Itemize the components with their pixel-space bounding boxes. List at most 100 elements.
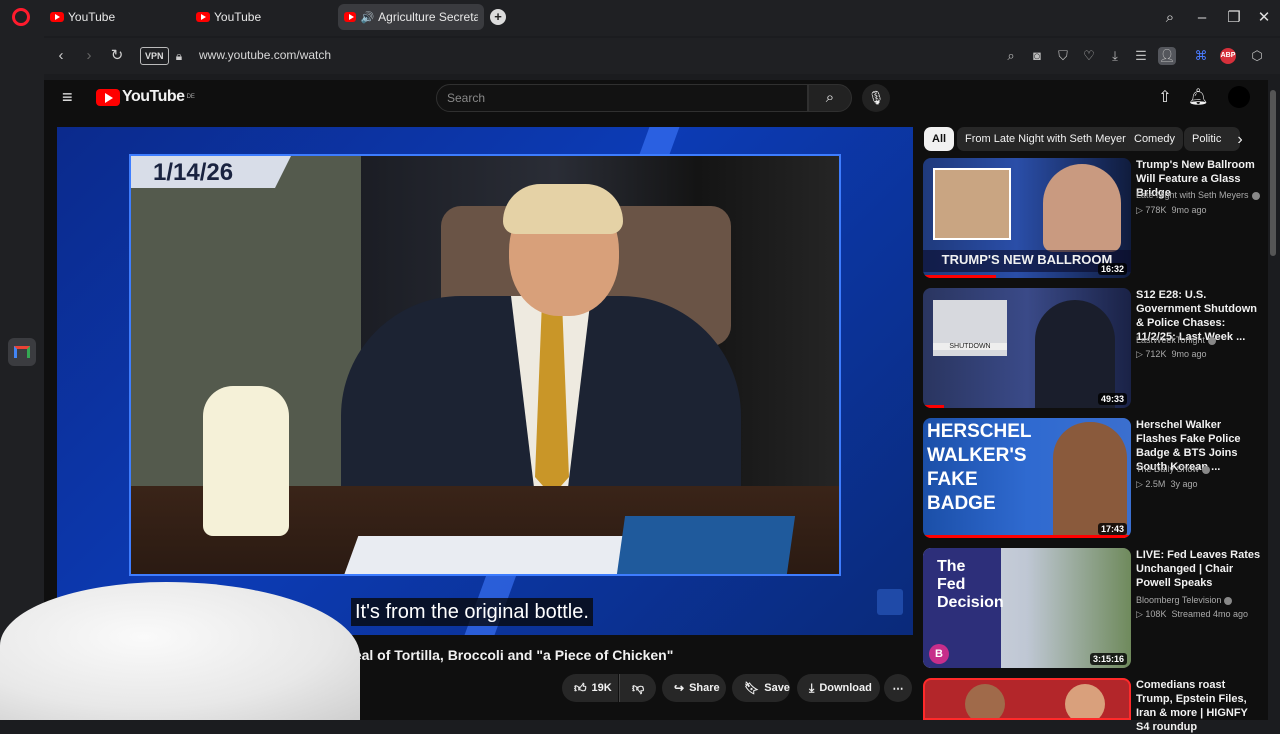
more-actions-button[interactable]: ⋯ <box>884 674 912 702</box>
tab-label: YouTube <box>214 10 262 24</box>
channel-name: Bloomberg Television <box>1136 595 1222 605</box>
bookmark-icon: 🔖︎ <box>744 681 760 695</box>
rec-channel-2[interactable]: LastWeekTonight <box>1136 333 1216 348</box>
rec-thumbnail-1[interactable]: TRUMP'S NEW BALLROOM 16:32 <box>923 158 1131 278</box>
avatar[interactable] <box>1228 86 1250 108</box>
camera-icon[interactable]: ◙ <box>1028 47 1046 65</box>
save-button[interactable]: 🔖︎ Save <box>732 674 790 702</box>
adblock-plus-icon[interactable]: ABP <box>1220 48 1236 64</box>
thumb-text: SHUTDOWN <box>933 343 1007 350</box>
age: 9mo ago <box>1171 205 1207 215</box>
rec-channel-4[interactable]: Bloomberg Television <box>1136 593 1233 608</box>
verified-icon <box>1224 596 1233 605</box>
back-icon[interactable]: ‹ <box>52 47 70 65</box>
hair <box>503 184 623 234</box>
more-icon: ⋯ <box>892 682 904 695</box>
find-icon[interactable]: ⌕ <box>1002 47 1020 65</box>
easy-setup-icon[interactable]: ☰ <box>1132 47 1150 65</box>
search-button[interactable]: ⌕ <box>808 84 852 112</box>
duration: 16:32 <box>1097 263 1127 275</box>
rec-stats-4: ▷ 108K Streamed 4mo ago <box>1136 609 1249 619</box>
views: 778K <box>1145 205 1167 215</box>
heart-icon[interactable]: ♡ <box>1080 47 1098 65</box>
download-icon[interactable]: ⤓ <box>1106 47 1124 65</box>
channel-watermark-icon[interactable] <box>877 589 903 615</box>
rec-thumbnail-2[interactable]: SHUTDOWN 49:33 <box>923 288 1131 408</box>
thumb-host <box>1035 300 1115 408</box>
thumb-inset-photo <box>933 168 1011 240</box>
speaker-icon[interactable]: 🔊 <box>360 11 374 24</box>
rec-channel-1[interactable]: Late Night with Seth Meyers <box>1136 188 1260 203</box>
tab-youtube-2[interactable]: YouTube <box>196 4 261 30</box>
new-tab-plus-icon[interactable]: + <box>490 9 506 25</box>
gmail-sidebar-button[interactable] <box>8 338 36 366</box>
rec-stats-3: ▷ 2.5M 3y ago <box>1136 479 1198 489</box>
gmail-icon <box>14 346 30 358</box>
rec-stats-1: ▷ 778K 9mo ago <box>1136 205 1207 215</box>
channel-name: Late Night with Seth Meyers <box>1136 190 1249 200</box>
youtube-favicon-icon <box>50 12 64 22</box>
verified-icon <box>1202 465 1211 474</box>
forward-icon[interactable]: › <box>80 47 98 65</box>
voice-search-button[interactable]: 🎙︎ <box>862 84 890 112</box>
views: 2.5M <box>1145 479 1166 489</box>
folder <box>616 516 796 574</box>
save-label: Save <box>764 682 790 694</box>
papers <box>343 536 659 574</box>
download-button[interactable]: ⤓ Download <box>797 674 880 702</box>
tab-label: YouTube <box>68 10 116 24</box>
duration: 3:15:16 <box>1089 653 1127 665</box>
rec-channel-3[interactable]: The Daily Show <box>1136 462 1211 477</box>
chip-all[interactable]: All <box>924 127 955 151</box>
chip-comedy[interactable]: Comedy <box>1126 127 1183 151</box>
rec-title-5[interactable]: Comedians roast Trump, Epstein Files, Ir… <box>1136 678 1262 734</box>
hamburger-menu-icon[interactable]: ≡ <box>62 88 80 106</box>
milk-bottle <box>203 386 289 536</box>
url-field[interactable]: www.youtube.com/watch <box>199 48 331 62</box>
search-icon: ⌕ <box>825 89 835 106</box>
video-player[interactable]: 1/14/26 It's from the original bottle. <box>57 127 913 635</box>
watch-progress <box>923 535 1131 538</box>
rec-stats-2: ▷ 712K 9mo ago <box>1136 349 1207 359</box>
upload-icon[interactable]: ⇧ <box>1155 88 1175 108</box>
notifications-bell-icon[interactable]: 🔔︎ <box>1188 88 1208 108</box>
watch-progress <box>923 275 996 278</box>
tab-youtube-1[interactable]: YouTube <box>50 4 115 30</box>
rec-thumbnail-4[interactable]: The Fed Decision B 3:15:16 <box>923 548 1131 668</box>
thumb-person <box>1065 684 1105 718</box>
opera-logo-icon[interactable] <box>12 8 30 26</box>
rec-title-4[interactable]: LIVE: Fed Leaves Rates Unchanged | Chair… <box>1136 548 1262 590</box>
search-tabs-icon[interactable]: ⌕ <box>1160 8 1180 28</box>
views: 108K <box>1145 609 1167 619</box>
close-window-icon[interactable]: ✕ <box>1254 8 1274 28</box>
youtube-play-icon <box>96 88 120 106</box>
youtube-favicon-icon <box>344 12 357 22</box>
search-input[interactable]: Search <box>436 84 808 112</box>
profile-icon[interactable]: 👤︎ <box>1158 47 1176 65</box>
youtube-favicon-icon <box>196 12 210 22</box>
tab-active[interactable]: 🔊 Agriculture Secretary <box>338 4 484 30</box>
translate-extension-icon[interactable]: ⌘ <box>1192 47 1210 65</box>
share-button[interactable]: ↪ Share <box>662 674 726 702</box>
maximize-icon[interactable]: ❐ <box>1224 8 1244 28</box>
rec-thumbnail-3[interactable]: HERSCHEL WALKER'S FAKE BADGE 17:43 <box>923 418 1131 538</box>
vpn-badge[interactable]: VPN <box>140 47 169 65</box>
duration: 49:33 <box>1097 393 1127 405</box>
chip-next-icon[interactable]: › <box>1230 130 1250 150</box>
rec-thumbnail-5[interactable] <box>923 678 1131 720</box>
minimize-icon[interactable]: – <box>1192 8 1212 28</box>
like-button[interactable]: 👍︎ 19K <box>562 674 618 702</box>
chip-late-night[interactable]: From Late Night with Seth Meyers <box>957 127 1140 151</box>
dislike-button[interactable]: 👎︎ <box>619 674 656 702</box>
shield-icon[interactable]: ⛉ <box>1054 47 1072 65</box>
tab-bar <box>0 0 1280 36</box>
youtube-logo[interactable]: YouTube DE <box>96 88 195 106</box>
like-count: 19K <box>591 682 612 694</box>
extensions-cube-icon[interactable]: ⬡ <box>1248 47 1266 65</box>
thumb-person <box>965 684 1005 718</box>
thumb-text: The Fed Decision <box>937 558 1004 611</box>
reload-icon[interactable]: ↻ <box>108 47 126 65</box>
lock-icon[interactable]: 🔒︎ <box>170 47 188 65</box>
views: 712K <box>1145 349 1167 359</box>
scrollbar-thumb[interactable] <box>1270 90 1276 256</box>
